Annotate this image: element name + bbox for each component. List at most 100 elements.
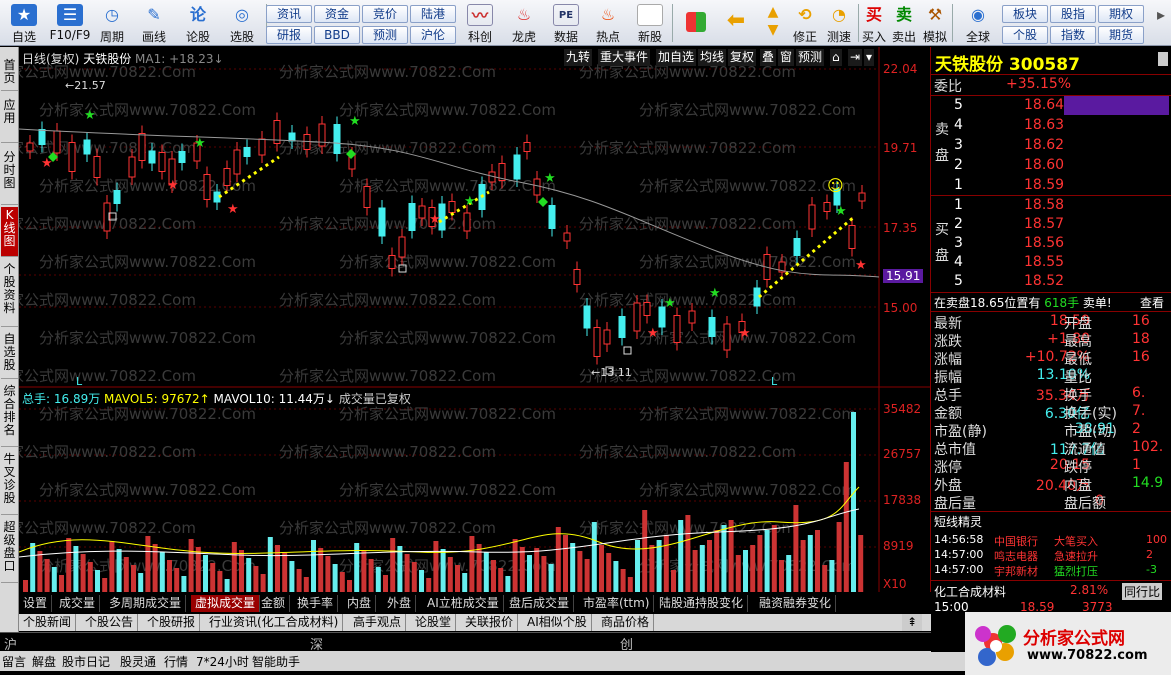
tab-timeshare[interactable]: 分时图 — [1, 149, 18, 205]
toolbar-fix[interactable]: ⟲ 修正 — [788, 2, 822, 44]
tab-orderbook[interactable]: 超级盘口 — [1, 519, 18, 583]
btn-futures[interactable]: 期货 — [1098, 26, 1144, 44]
btn-funds[interactable]: 资金 — [314, 5, 360, 23]
tool-window[interactable]: 窗 — [778, 49, 795, 66]
info-tab-4[interactable]: 高手观点 — [349, 614, 407, 631]
btn-stock[interactable]: 个股 — [1002, 26, 1048, 44]
btn-bbd[interactable]: BBD — [314, 26, 360, 44]
watermark: 分析家公式网www.70822.Com — [639, 101, 856, 119]
indicator-tab-5[interactable]: 换手率 — [293, 595, 339, 612]
toolbar-forum[interactable]: 论论股 — [178, 2, 218, 44]
toolbar-grid[interactable] — [678, 2, 714, 44]
indicator-tab-8[interactable]: AI立桩成交量 — [423, 595, 504, 612]
short-alert-row[interactable]: 14:56:58 中国银行 大笔买入 100 — [934, 533, 1167, 548]
tool-restore[interactable]: 复权 — [728, 49, 757, 66]
toolbar-more[interactable]: ▸ — [1148, 2, 1170, 44]
indicator-tab-12[interactable]: 融资融券变化 — [755, 595, 837, 612]
pin-icon[interactable]: ⇥ — [848, 49, 863, 66]
indicator-tab-4[interactable]: 金额 — [257, 595, 291, 612]
status-item-6[interactable]: 智能助手 — [252, 653, 300, 670]
tool-jiuzhuan[interactable]: 九转 — [564, 49, 593, 66]
toolbar-up[interactable]: ▲ ▼ — [758, 2, 788, 44]
toolbar-sell[interactable]: 卖卖出 — [890, 2, 918, 44]
indicator-tab-0[interactable]: 设置 — [19, 595, 53, 612]
indicator-tab-1[interactable]: 成交量 — [55, 595, 101, 612]
toolbar-data[interactable]: PE 数据 — [546, 2, 586, 44]
info-tab-5[interactable]: 论股堂 — [411, 614, 457, 631]
volume-bar — [138, 573, 144, 592]
app-window: ★ 自选 ☰ F10/F9 ◷ 周期 ✎ 画线 论论股 ◎ 选股 资讯 资金 竞价 陆港 … — [0, 0, 1171, 675]
btn-hk[interactable]: 陆港 — [410, 5, 456, 23]
btn-index[interactable]: 指数 — [1050, 26, 1096, 44]
short-alert-row[interactable]: 14:57:00 宇邦新材 猛烈打压 -3 — [934, 563, 1157, 578]
toolbar-f10[interactable]: ☰ F10/F9 — [46, 2, 94, 44]
toolbar-hot[interactable]: ♨ 热点 — [588, 2, 628, 44]
home-icon[interactable]: ⌂ — [830, 49, 842, 66]
indicator-tab-6[interactable]: 内盘 — [343, 595, 377, 612]
tab-apps[interactable]: 应用 — [1, 97, 18, 143]
tab-profile[interactable]: 个股资料 — [1, 261, 18, 327]
red-star-marker: ★ — [429, 212, 441, 227]
tool-events[interactable]: 重大事件 — [598, 49, 651, 66]
tab-watchlist[interactable]: 自选股 — [1, 331, 18, 379]
info-tab-8[interactable]: 商品价格 — [597, 614, 655, 631]
kline-svg[interactable]: 分析家公式网www.70822.Com 分析家公式网www.70822.Com 分析… — [19, 47, 931, 592]
volume-bar — [23, 580, 28, 592]
tab-ranking[interactable]: 综合排名 — [1, 383, 18, 447]
toolbar-dragon[interactable]: ♨ 龙虎 — [504, 2, 544, 44]
tool-forecast[interactable]: 预测 — [796, 49, 825, 66]
info-tab-1[interactable]: 个股公告 — [81, 614, 139, 631]
indicator-tab-7[interactable]: 外盘 — [383, 595, 417, 612]
info-tab-3[interactable]: 行业资讯(化工合成材料) — [205, 614, 344, 631]
tab-kline[interactable]: K线图 — [1, 207, 18, 257]
toolbar-simulate[interactable]: ⚒ 模拟 — [920, 2, 950, 44]
info-tab-7[interactable]: AI相似个股 — [523, 614, 592, 631]
green-star-marker: ★ — [544, 171, 556, 186]
status-item-5[interactable]: 7*24小时 — [196, 653, 249, 670]
toolbar-global[interactable]: ◉ 全球 — [956, 2, 1000, 44]
indicator-tab-10[interactable]: 市盈率(ttm) — [579, 595, 655, 612]
btn-forecast[interactable]: 预测 — [362, 26, 408, 44]
tool-ma[interactable]: 均线 — [698, 49, 727, 66]
btn-research[interactable]: 研报 — [266, 26, 312, 44]
alert-link[interactable]: 查看 — [1140, 294, 1164, 311]
btn-options[interactable]: 期权 — [1098, 5, 1144, 23]
info-tab-2[interactable]: 个股研报 — [143, 614, 201, 631]
tab-diagnose[interactable]: 牛叉诊股 — [1, 451, 18, 515]
toolbar-screener[interactable]: ◎ 选股 — [220, 2, 264, 44]
toolbar-buy[interactable]: 买买入 — [860, 2, 888, 44]
status-item-4[interactable]: 行情 — [164, 653, 188, 670]
indicator-tab-11[interactable]: 陆股通持股变化 — [655, 595, 749, 612]
info-tab-0[interactable]: 个股新闻 — [19, 614, 77, 631]
indicator-tab-9[interactable]: 盘后成交量 — [505, 595, 575, 612]
toolbar-period[interactable]: ◷ 周期 — [94, 2, 130, 44]
toolbar-speed[interactable]: ◔ 测速 — [822, 2, 856, 44]
tool-overlay[interactable]: 叠 — [760, 49, 777, 66]
short-alert-row[interactable]: 14:57:00 鸣志电器 急速拉升 2 — [934, 548, 1153, 563]
kline-chart-area[interactable]: 分析家公式网www.70822.Com 分析家公式网www.70822.Com 分析… — [19, 47, 931, 592]
btn-news[interactable]: 资讯 — [266, 5, 312, 23]
panel-toggle-icon[interactable] — [1158, 52, 1168, 66]
toolbar-back[interactable]: ⬅ — [718, 2, 754, 44]
status-item-2[interactable]: 股市日记 — [62, 653, 110, 670]
indicator-tab-2[interactable]: 多周期成交量 — [105, 595, 187, 612]
tab-home[interactable]: 首页 — [1, 57, 18, 91]
status-item-0[interactable]: 留言 — [2, 653, 26, 670]
pin-top-icon[interactable]: ⇞ — [902, 614, 922, 631]
toolbar-draw[interactable]: ✎ 画线 — [132, 2, 176, 44]
industry-compare[interactable]: 同行比 — [1122, 583, 1163, 600]
btn-index-futures[interactable]: 股指 — [1050, 5, 1096, 23]
btn-shlon[interactable]: 沪伦 — [410, 26, 456, 44]
indicator-tab-3[interactable]: 虚拟成交量 — [191, 595, 261, 612]
status-item-3[interactable]: 股灵通 — [120, 653, 156, 670]
toolbar-ipo[interactable]: 新股 — [630, 2, 670, 44]
candle-body — [138, 133, 146, 161]
toolbar-watchlist[interactable]: ★ 自选 — [2, 2, 46, 44]
info-tab-6[interactable]: 关联报价 — [461, 614, 519, 631]
btn-sector[interactable]: 板块 — [1002, 5, 1048, 23]
dropdown-icon[interactable]: ▾ — [864, 49, 875, 66]
btn-auction[interactable]: 竞价 — [362, 5, 408, 23]
status-item-1[interactable]: 解盘 — [32, 653, 56, 670]
tool-add-watch[interactable]: 加自选 — [656, 49, 697, 66]
toolbar-star-market[interactable]: 〰科创 — [460, 2, 500, 44]
